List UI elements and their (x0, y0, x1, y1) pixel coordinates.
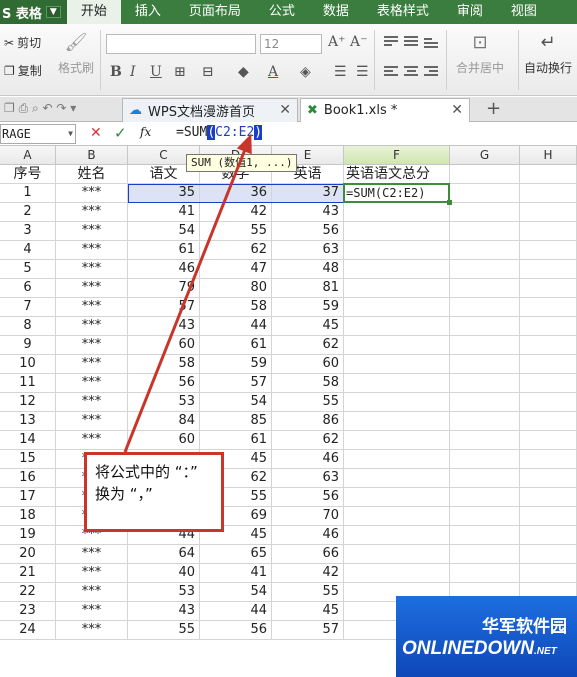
watermark-suffix: .NET (533, 646, 557, 657)
callout-line-1: 将公式中的 “：” (95, 463, 198, 481)
watermark-en: ONLINEDOWN (402, 638, 534, 659)
annotation-callout: 将公式中的 “：” 换为 “，” (84, 452, 224, 532)
watermark-en-text: ONLINEDOWN.NET (402, 638, 557, 660)
watermark-cn-text: 华军软件园 (482, 617, 567, 637)
callout-line-2: 换为 “，” (95, 485, 153, 503)
annotation-arrow (123, 133, 252, 453)
site-watermark-logo: 华军软件园 ONLINEDOWN.NET (396, 596, 577, 677)
